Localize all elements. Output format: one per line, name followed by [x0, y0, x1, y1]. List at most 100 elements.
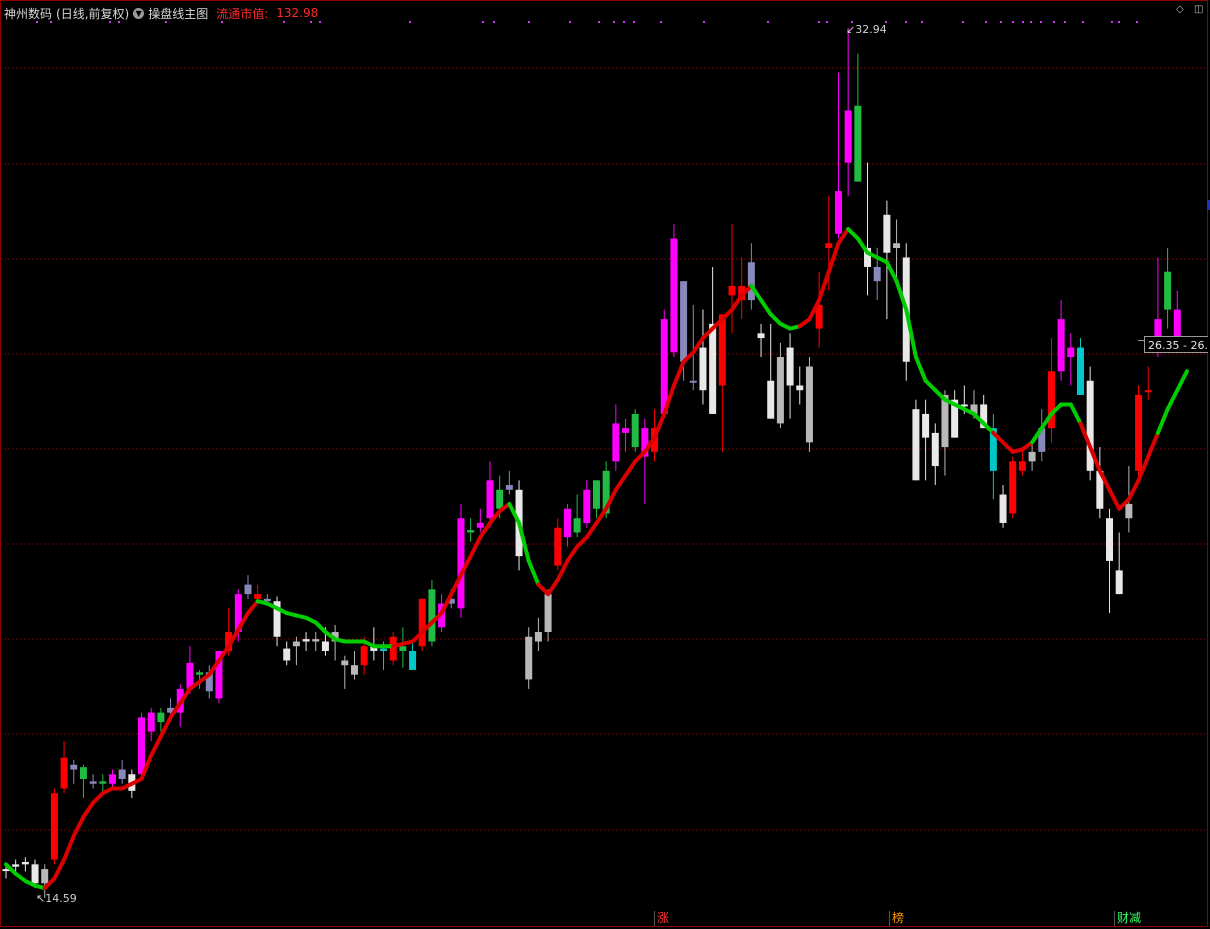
signal-dot [493, 21, 495, 23]
candle [1096, 447, 1104, 519]
candle-body [89, 781, 97, 784]
signal-dot [818, 21, 820, 23]
candle [292, 636, 300, 666]
candle [89, 774, 97, 789]
candle [302, 632, 310, 651]
candle-body [747, 262, 755, 301]
candle-body [99, 781, 107, 784]
candle [718, 314, 726, 452]
candle [79, 764, 87, 798]
candle-body [380, 648, 388, 651]
candle [738, 257, 746, 320]
restore-icon[interactable]: ◫ [1194, 5, 1204, 15]
candle-body [60, 757, 68, 789]
signal-dot [1022, 21, 1024, 23]
candle-body [118, 769, 126, 779]
candle-body [196, 672, 204, 675]
candle-body [467, 530, 475, 533]
candle-body [583, 489, 591, 523]
dropdown-circle-icon[interactable]: ▼ [133, 7, 145, 19]
operating-line-segment [1068, 402, 1083, 426]
operating-line-segment [730, 293, 744, 312]
signal-dot [1000, 21, 1002, 23]
operating-line-segment [526, 558, 541, 587]
candle [786, 333, 794, 419]
signal-dot [1082, 21, 1084, 23]
operating-line-segment [1107, 487, 1122, 511]
candle [399, 627, 407, 668]
candle-body [689, 380, 697, 383]
candle [1135, 385, 1143, 481]
indicator-name[interactable]: 操盘线主图 [148, 5, 208, 22]
candle-body [505, 485, 513, 490]
candle-body [496, 489, 504, 509]
candle-body [457, 518, 465, 609]
candle-body [592, 480, 600, 509]
stock-name[interactable]: 神州数码 [4, 5, 52, 22]
candle-body [486, 480, 494, 519]
candle [622, 418, 630, 452]
operating-line-segment [52, 857, 67, 881]
signal-dot [1053, 21, 1055, 23]
candle-body [699, 347, 707, 391]
candle-body [1067, 347, 1075, 358]
candle-body [409, 650, 417, 670]
tag-caijian[interactable]: 财减 [1114, 911, 1143, 926]
candle-body [41, 869, 49, 884]
candle [1086, 366, 1094, 481]
candle-body [573, 518, 581, 533]
candle-body [31, 864, 39, 884]
operating-line-segment [1146, 430, 1160, 459]
operating-line-segment [1126, 478, 1141, 502]
candle-body [844, 110, 852, 163]
candle [1164, 247, 1172, 329]
candle [864, 162, 872, 296]
operating-line-segment [575, 535, 589, 549]
candle [670, 224, 678, 358]
low-arrow-icon: ↖ [36, 892, 46, 905]
signal-dot [633, 21, 635, 23]
candle-body [79, 767, 87, 779]
candle [747, 243, 755, 310]
operating-line-segment [246, 599, 260, 616]
candle-body [1115, 570, 1123, 595]
tag-bang[interactable]: 榜 [889, 911, 906, 926]
candle-body [428, 589, 436, 642]
signal-dot [1118, 21, 1120, 23]
operating-line-segment [536, 582, 551, 597]
candle [592, 480, 600, 519]
candle [244, 575, 252, 599]
candle-body [283, 648, 291, 661]
candle-body [660, 319, 668, 414]
candle [118, 760, 126, 784]
signal-dot [409, 21, 411, 23]
candle-body [776, 357, 784, 424]
operating-line-segment [149, 734, 163, 758]
candle-body [912, 409, 920, 481]
candle [350, 650, 358, 680]
operating-line-segment [594, 506, 609, 525]
diamond-icon[interactable]: ◇ [1176, 5, 1186, 15]
signal-dot [569, 21, 571, 23]
candle [728, 224, 736, 334]
period-info[interactable]: (日线,前复权) [56, 5, 129, 22]
signal-dot [528, 21, 530, 23]
candle [409, 641, 417, 670]
candle [583, 480, 591, 528]
operating-line-segment [1155, 407, 1170, 435]
candle [796, 366, 804, 405]
candle [573, 494, 581, 538]
candle [1115, 532, 1123, 595]
candle [341, 655, 349, 689]
signal-dot [1030, 21, 1032, 23]
tag-zhang[interactable]: 涨 [654, 911, 671, 926]
candle [525, 627, 533, 689]
kline-chart[interactable] [0, 0, 1210, 929]
signal-dot [985, 21, 987, 23]
current-price-tag: 26.35 - 26. [1144, 336, 1208, 353]
candle [1009, 456, 1017, 519]
operating-line-segment [81, 800, 96, 819]
candle-body [834, 191, 842, 234]
candle-body [108, 774, 116, 784]
candle [931, 423, 939, 486]
